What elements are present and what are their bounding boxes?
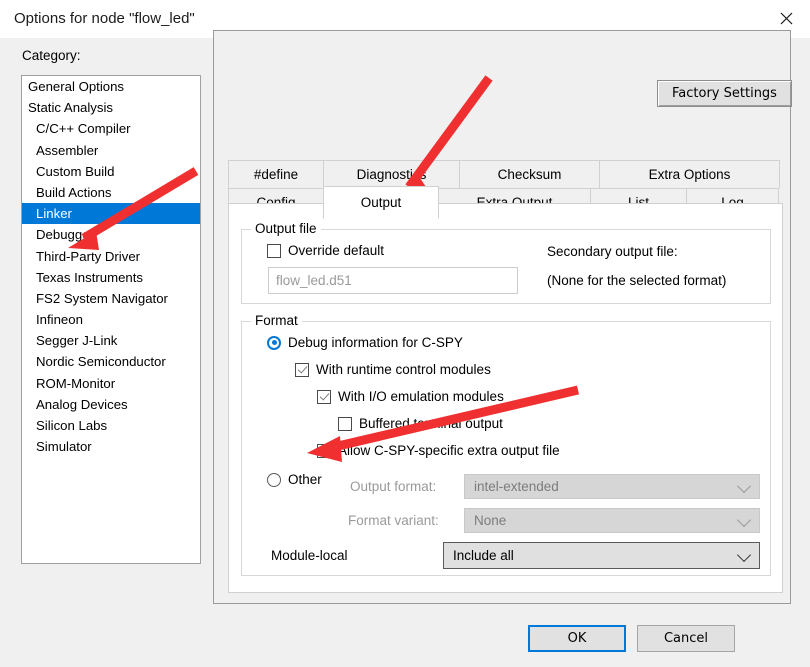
- override-default-row[interactable]: Override default: [267, 243, 384, 258]
- secondary-output-value: (None for the selected format): [547, 273, 727, 288]
- debug-info-label[interactable]: Debug information for C-SPY: [288, 335, 463, 350]
- with-runtime-label[interactable]: With runtime control modules: [316, 362, 491, 377]
- chevron-down-icon: [736, 512, 752, 527]
- output-file-group: Output file Override default flow_led.d5…: [241, 221, 771, 304]
- tab-output[interactable]: Output: [323, 186, 439, 219]
- format-variant-combo[interactable]: None: [464, 508, 760, 533]
- category-item-rom-monitor[interactable]: ROM-Monitor: [22, 373, 200, 394]
- with-runtime-checkbox[interactable]: [295, 362, 309, 377]
- allow-cspy-extra-label[interactable]: Allow C-SPY-specific extra output file: [338, 443, 560, 458]
- buffered-terminal-row[interactable]: Buffered terminal output: [338, 416, 503, 431]
- debug-info-radio[interactable]: [267, 335, 281, 350]
- category-item-simulator[interactable]: Simulator: [22, 436, 200, 457]
- category-item-custom-build[interactable]: Custom Build: [22, 161, 200, 182]
- format-variant-value: None: [474, 513, 507, 528]
- other-radio[interactable]: [267, 472, 281, 487]
- with-io-row[interactable]: With I/O emulation modules: [317, 389, 504, 404]
- format-group-title: Format: [251, 313, 302, 328]
- format-variant-label: Format variant:: [348, 513, 439, 528]
- buffered-terminal-label[interactable]: Buffered terminal output: [359, 416, 503, 431]
- output-format-value: intel-extended: [474, 479, 559, 494]
- ok-button[interactable]: OK: [528, 625, 626, 652]
- override-default-label[interactable]: Override default: [288, 243, 384, 258]
- category-item-build-actions[interactable]: Build Actions: [22, 182, 200, 203]
- factory-settings-button[interactable]: Factory Settings: [657, 80, 792, 107]
- category-item-debugger[interactable]: Debugger: [22, 224, 200, 245]
- other-label[interactable]: Other: [288, 472, 322, 487]
- tab-content-output: Output file Override default flow_led.d5…: [228, 203, 783, 593]
- secondary-output-label: Secondary output file:: [547, 244, 678, 259]
- output-format-combo[interactable]: intel-extended: [464, 474, 760, 499]
- with-io-checkbox[interactable]: [317, 389, 331, 404]
- window-title: Options for node "flow_led": [14, 10, 195, 27]
- output-file-group-title: Output file: [251, 221, 321, 236]
- category-item-assembler[interactable]: Assembler: [22, 140, 200, 161]
- tab-diagnostics[interactable]: Diagnostics: [323, 160, 460, 188]
- debug-info-radio-row[interactable]: Debug information for C-SPY: [267, 335, 463, 350]
- category-item-fs2-system-navigator[interactable]: FS2 System Navigator: [22, 288, 200, 309]
- tab-checksum[interactable]: Checksum: [459, 160, 600, 188]
- format-group: Format Debug information for C-SPY With …: [241, 313, 771, 576]
- chevron-down-icon: [736, 547, 752, 562]
- category-item-segger-j-link[interactable]: Segger J-Link: [22, 330, 200, 351]
- allow-cspy-extra-checkbox[interactable]: [317, 443, 331, 458]
- category-item-infineon[interactable]: Infineon: [22, 309, 200, 330]
- buffered-terminal-checkbox[interactable]: [338, 416, 352, 431]
- other-radio-row[interactable]: Other: [267, 472, 322, 487]
- category-item-silicon-labs[interactable]: Silicon Labs: [22, 415, 200, 436]
- module-local-combo[interactable]: Include all: [443, 542, 760, 569]
- category-item-texas-instruments[interactable]: Texas Instruments: [22, 267, 200, 288]
- with-io-label[interactable]: With I/O emulation modules: [338, 389, 504, 404]
- category-item-general-options[interactable]: General Options: [22, 76, 200, 97]
- category-item-linker[interactable]: Linker: [22, 203, 200, 225]
- output-format-label: Output format:: [350, 479, 437, 494]
- chevron-down-icon: [736, 478, 752, 493]
- override-default-checkbox[interactable]: [267, 243, 281, 258]
- category-item-analog-devices[interactable]: Analog Devices: [22, 394, 200, 415]
- close-glyph: [780, 12, 792, 25]
- allow-cspy-extra-row[interactable]: Allow C-SPY-specific extra output file: [317, 443, 560, 458]
- module-local-value: Include all: [453, 548, 514, 563]
- category-item-static-analysis[interactable]: Static Analysis: [22, 97, 200, 118]
- tab-row-top: #define Diagnostics Checksum Extra Options: [228, 160, 781, 188]
- category-item-third-party-driver[interactable]: Third-Party Driver: [22, 246, 200, 267]
- with-runtime-row[interactable]: With runtime control modules: [295, 362, 491, 377]
- tab-extra-options[interactable]: Extra Options: [599, 160, 780, 188]
- category-list[interactable]: General Options Static Analysis C/C++ Comp…: [21, 75, 201, 564]
- tab-define[interactable]: #define: [228, 160, 324, 188]
- category-label: Category:: [22, 48, 81, 63]
- cancel-button[interactable]: Cancel: [637, 625, 735, 652]
- category-item-c-c-compiler[interactable]: C/C++ Compiler: [22, 118, 200, 139]
- module-local-label: Module-local: [271, 548, 348, 563]
- output-filename-input[interactable]: flow_led.d51: [268, 267, 518, 294]
- category-item-nordic-semiconductor[interactable]: Nordic Semiconductor: [22, 351, 200, 372]
